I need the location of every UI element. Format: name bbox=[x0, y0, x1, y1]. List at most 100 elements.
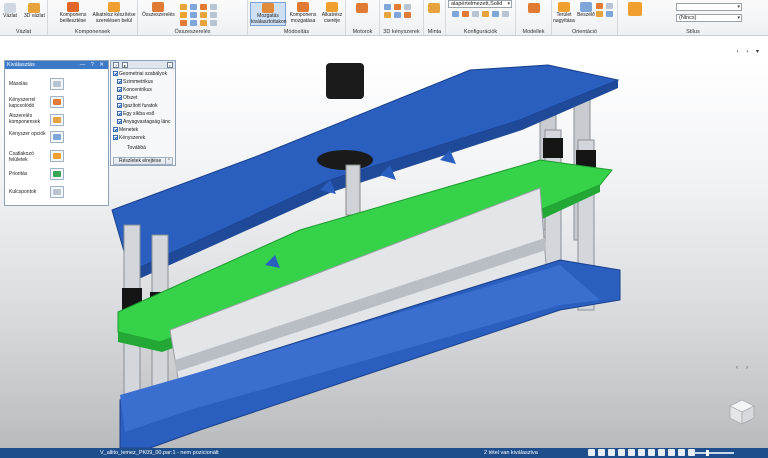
checkbox-icon[interactable] bbox=[117, 79, 122, 84]
sel-item-subassembly[interactable]: Alszerelés komponensek bbox=[9, 113, 49, 125]
help-icon[interactable]: ? bbox=[113, 62, 119, 68]
create-in-place-button[interactable]: Alkatrész készítése szerelésen belül bbox=[92, 2, 136, 24]
axial-align-icon[interactable] bbox=[200, 4, 207, 10]
3d-sketch-button[interactable]: 3D vázlat bbox=[24, 3, 45, 20]
rel-item[interactable]: Szimmetrikus bbox=[117, 79, 153, 85]
copy-icon[interactable] bbox=[50, 78, 64, 90]
sketch-button[interactable]: Vázlat bbox=[3, 3, 17, 20]
rotate-icon[interactable] bbox=[628, 449, 635, 456]
view-icon-2[interactable] bbox=[606, 3, 613, 9]
rel-item[interactable]: Geometriai szabályok bbox=[113, 71, 167, 77]
viewport-scroll-arrows[interactable]: ‹› bbox=[736, 365, 756, 371]
insert-relation-icon[interactable] bbox=[210, 4, 217, 10]
view-icon-4[interactable] bbox=[606, 11, 613, 17]
angle-icon[interactable] bbox=[190, 12, 197, 18]
priority-icon[interactable] bbox=[50, 168, 64, 180]
view-cube-icon[interactable] bbox=[728, 398, 756, 426]
rel-item[interactable]: Egy síkba eső bbox=[117, 111, 154, 117]
rel-item[interactable]: Koncentrikus bbox=[117, 87, 152, 93]
style-color-combo[interactable]: ▾ bbox=[676, 3, 742, 11]
checkbox-icon[interactable] bbox=[117, 119, 122, 124]
sel-item-copy[interactable]: Másolás bbox=[9, 81, 49, 87]
rel-item-more[interactable]: Továbbá bbox=[127, 145, 146, 151]
style-cube-button[interactable] bbox=[628, 2, 642, 17]
document-tab-nav[interactable]: ‹ › ▾ bbox=[737, 48, 762, 55]
zoom-slider[interactable] bbox=[694, 450, 734, 456]
replace-part-button[interactable]: Alkatrész cseréje bbox=[319, 2, 345, 24]
mate-icon[interactable] bbox=[180, 4, 187, 10]
config-icon-3[interactable] bbox=[472, 11, 479, 17]
panel-controls[interactable]: — ? ✕ bbox=[80, 61, 106, 69]
sel-item-surfaces[interactable]: Csatlakozó felületek bbox=[9, 151, 49, 163]
pattern-button[interactable] bbox=[428, 3, 440, 14]
move-component-button[interactable]: Komponens mozgatása bbox=[288, 2, 318, 24]
3d-rel-icon-1[interactable] bbox=[384, 4, 391, 10]
constraint-icon[interactable] bbox=[50, 96, 64, 108]
section-icon[interactable] bbox=[668, 449, 675, 456]
zoom-icon[interactable] bbox=[598, 449, 605, 456]
rigid-set-icon[interactable] bbox=[200, 20, 207, 26]
models-button[interactable] bbox=[528, 3, 540, 14]
keypoints-icon[interactable] bbox=[50, 186, 64, 198]
fit-icon[interactable] bbox=[608, 449, 615, 456]
speaker-button[interactable]: Beszélő bbox=[576, 2, 596, 19]
cam-icon[interactable] bbox=[210, 12, 217, 18]
config-icon-5[interactable] bbox=[492, 11, 499, 17]
rel-item[interactable]: Kényszerek bbox=[113, 135, 145, 141]
insert-component-button[interactable]: Komponens beillesztése bbox=[54, 2, 92, 24]
display-icon[interactable] bbox=[658, 449, 665, 456]
3d-rel-icon-3[interactable] bbox=[404, 4, 411, 10]
relations-panel: ? ▸ ▪ Geometriai szabályok Szimmetrikus … bbox=[110, 60, 176, 166]
zoom-area-button[interactable]: Terület nagyítása bbox=[552, 2, 576, 24]
connect-icon[interactable] bbox=[180, 12, 187, 18]
view-icon-1[interactable] bbox=[596, 3, 603, 9]
3d-rel-icon-4[interactable] bbox=[384, 12, 391, 18]
sel-item-priority[interactable]: Prioritás bbox=[9, 171, 49, 177]
pattern-icon bbox=[428, 3, 440, 13]
play-icon[interactable]: ▸ bbox=[122, 62, 128, 68]
rel-item[interactable]: Ofszet bbox=[117, 95, 137, 101]
sel-item-keypoints[interactable]: Kulcspontok bbox=[9, 189, 49, 195]
view-icon-3[interactable] bbox=[596, 11, 603, 17]
configuration-combo[interactable]: alapértelmezett,Solid ▾ bbox=[448, 0, 512, 8]
hide-details-button[interactable]: Részletek elrejtése ⌃ bbox=[113, 157, 173, 165]
3d-rel-icon-6[interactable] bbox=[404, 12, 411, 18]
motor-button[interactable] bbox=[356, 3, 368, 14]
3d-rel-icon-5[interactable] bbox=[394, 12, 401, 18]
gear-relation-icon[interactable] bbox=[180, 20, 187, 26]
drag-selected-button[interactable]: Mozgatás kiválasztottakon bbox=[250, 2, 287, 26]
rel-item[interactable]: Igazított furatok bbox=[117, 103, 157, 109]
save-icon[interactable]: ▪ bbox=[167, 62, 173, 68]
zoom-area-icon[interactable] bbox=[588, 449, 595, 456]
view-orient-icon[interactable] bbox=[638, 449, 645, 456]
rel-item[interactable]: Anyagvastagság lánc bbox=[117, 119, 171, 125]
ground-icon[interactable] bbox=[210, 20, 217, 26]
checkbox-icon[interactable] bbox=[113, 127, 118, 132]
checkbox-icon[interactable] bbox=[117, 103, 122, 108]
planar-align-icon[interactable] bbox=[190, 4, 197, 10]
checkbox-icon[interactable] bbox=[113, 135, 118, 140]
shading-icon[interactable] bbox=[648, 449, 655, 456]
assemble-button[interactable]: Összeszerelés bbox=[142, 2, 175, 19]
checkbox-icon[interactable] bbox=[117, 95, 122, 100]
sel-item-constraint-options[interactable]: Kényszer opciók bbox=[9, 131, 49, 137]
rel-item[interactable]: Menetek bbox=[113, 127, 138, 133]
config-icon-4[interactable] bbox=[482, 11, 489, 17]
config-icon-1[interactable] bbox=[452, 11, 459, 17]
tangent-icon[interactable] bbox=[200, 12, 207, 18]
lighting-icon[interactable] bbox=[678, 449, 685, 456]
checkbox-icon[interactable] bbox=[113, 71, 118, 76]
pan-icon[interactable] bbox=[618, 449, 625, 456]
constraint-options-icon[interactable] bbox=[50, 131, 64, 143]
surfaces-icon[interactable] bbox=[50, 150, 64, 162]
style-combo[interactable]: (Nincs) ▾ bbox=[676, 14, 742, 22]
config-icon-2[interactable] bbox=[462, 11, 469, 17]
sel-item-constraint-related[interactable]: Kényszerrel kapcsolódó bbox=[9, 97, 49, 109]
subassembly-icon[interactable] bbox=[50, 114, 64, 126]
checkbox-icon[interactable] bbox=[117, 87, 122, 92]
zoom-slider-thumb[interactable] bbox=[706, 450, 709, 456]
checkbox-icon[interactable] bbox=[117, 111, 122, 116]
config-icon-6[interactable] bbox=[502, 11, 509, 17]
3d-rel-icon-2[interactable] bbox=[394, 4, 401, 10]
parallel-icon[interactable] bbox=[190, 20, 197, 26]
